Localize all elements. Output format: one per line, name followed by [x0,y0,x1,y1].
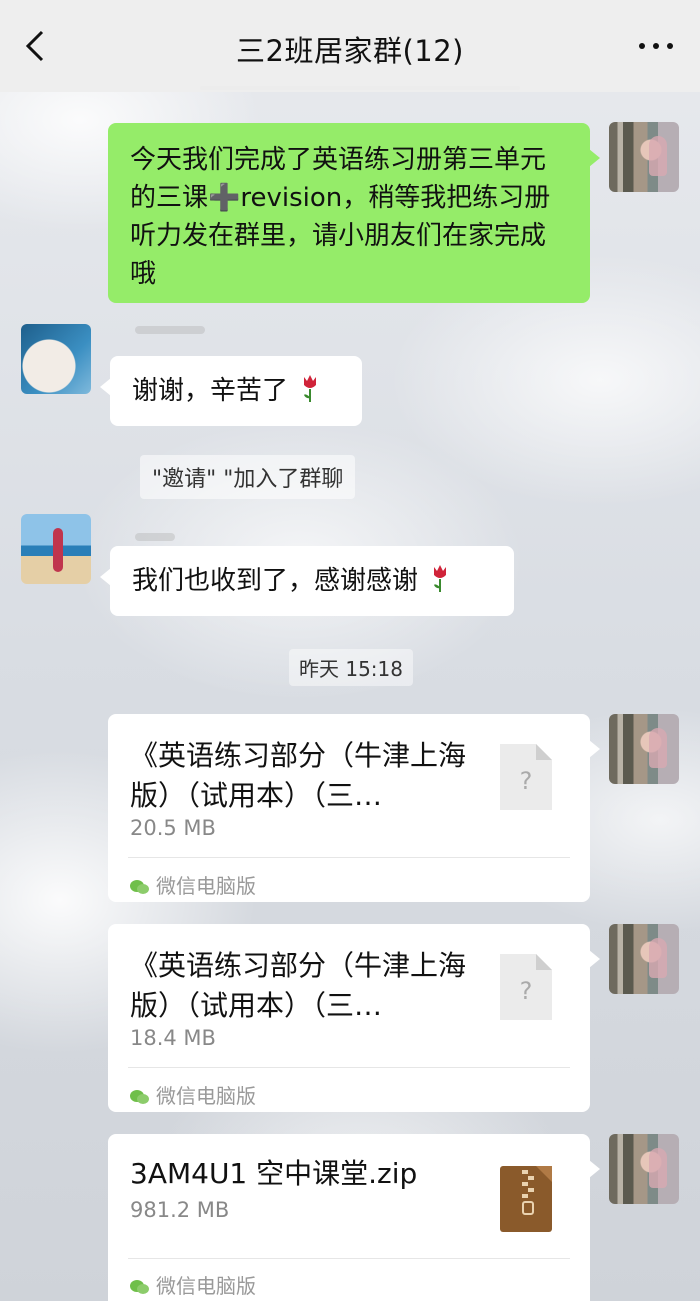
file-name: 3AM4U1 空中课堂.zip [130,1157,418,1190]
message-text: 我们也收到了，感谢感谢 [132,566,419,596]
file-name: 《英语练习部分（牛津上海版）（试用本）（三… [130,739,467,812]
file-size: 20.5 MB [130,816,216,840]
card-divider [128,1067,570,1068]
tulip-emoji-icon [434,565,447,592]
card-divider [128,1258,570,1259]
unknown-file-icon: ? [500,744,552,810]
message-bubble-other[interactable]: 我们也收到了，感谢感谢 [100,546,514,616]
tulip-emoji-icon [304,375,317,402]
file-size: 981.2 MB [130,1198,230,1222]
file-size: 18.4 MB [130,1026,216,1050]
message-text: 今天我们完成了英语练习册第三单元的三课➕revision，稍等我把练习册听力发在… [130,145,551,289]
wechat-icon [130,1280,149,1294]
avatar-self[interactable] [609,924,679,994]
chat-header: 三2班居家群(12) [0,0,700,92]
svg-text:?: ? [520,767,533,795]
sender-nickname [135,326,205,334]
zip-file-icon [500,1166,552,1232]
system-notice: "邀请" "加入了群聊 [140,455,356,499]
avatar-member-2[interactable] [21,514,91,584]
file-message-card[interactable]: 3AM4U1 空中课堂.zip 981.2 MB 微信电脑版 [108,1134,600,1301]
wechat-icon [130,880,149,894]
chat-title: 三2班居家群(12) [236,34,464,68]
file-source: 微信电脑版 [130,1270,256,1299]
avatar-member-1[interactable] [21,324,91,394]
avatar-self[interactable] [609,122,679,192]
sender-nickname [135,533,175,541]
svg-text:?: ? [520,977,533,1005]
message-bubble-other[interactable]: 谢谢，辛苦了 [100,356,362,426]
file-source: 微信电脑版 [130,1080,256,1109]
file-source: 微信电脑版 [130,870,256,899]
avatar-self[interactable] [609,1134,679,1204]
unknown-file-icon: ? [500,954,552,1020]
avatar-self[interactable] [609,714,679,784]
message-bubble-self[interactable]: 今天我们完成了英语练习册第三单元的三课➕revision，稍等我把练习册听力发在… [108,123,600,303]
message-text: 谢谢，辛苦了 [132,376,289,406]
more-dots-icon[interactable] [636,34,676,58]
file-name: 《英语练习部分（牛津上海版）（试用本）（三… [130,949,467,1022]
card-divider [128,857,570,858]
file-message-card[interactable]: 《英语练习部分（牛津上海版）（试用本）（三… 20.5 MB ? 微信电脑版 [108,714,600,902]
timestamp: 昨天 15:18 [289,649,413,686]
file-message-card[interactable]: 《英语练习部分（牛津上海版）（试用本）（三… 18.4 MB ? 微信电脑版 [108,924,600,1112]
wechat-icon [130,1090,149,1104]
